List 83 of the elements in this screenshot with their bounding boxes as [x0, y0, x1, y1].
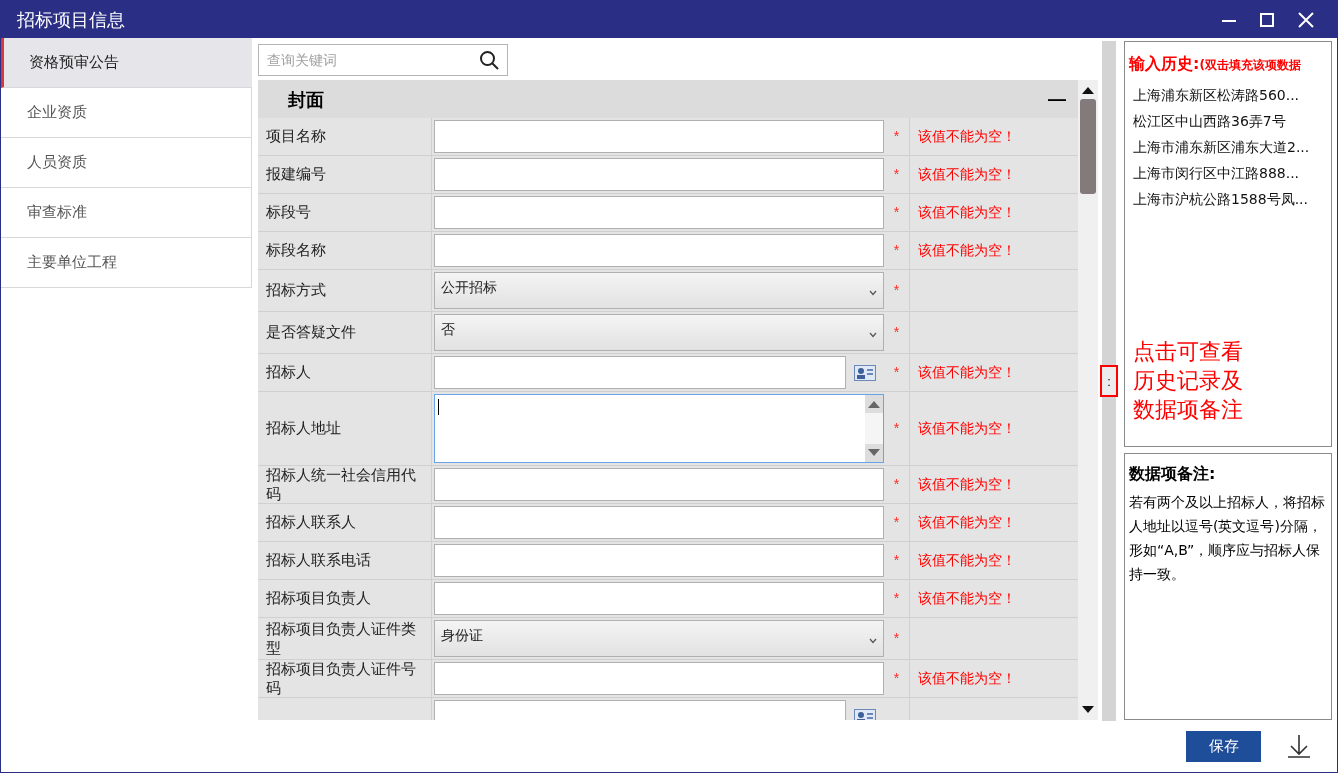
input-field[interactable] — [434, 356, 846, 389]
select-field[interactable]: 否 — [434, 314, 884, 351]
field-label: 标段名称 — [266, 241, 326, 260]
error-message: 该值不能为空！ — [918, 363, 1016, 382]
input-field[interactable] — [434, 582, 884, 615]
input-field[interactable] — [434, 196, 884, 229]
splitter-handle[interactable]: : — [1100, 365, 1118, 397]
history-entry[interactable]: 上海市闵行区中江路888... — [1133, 160, 1327, 186]
history-entry[interactable]: 上海浦东新区松涛路560... — [1133, 82, 1327, 108]
history-entry[interactable]: 上海市沪杭公路1588号凤... — [1133, 186, 1327, 212]
required-mark: * — [893, 513, 900, 532]
chevron-down-icon — [869, 289, 877, 296]
error-message: 该值不能为空！ — [918, 127, 1016, 146]
required-mark: * — [893, 419, 900, 438]
callout-note: 点击可查看历史记录及数据项备注 — [1133, 338, 1244, 424]
sidebar-item[interactable]: 主要单位工程 — [1, 238, 252, 288]
section-title: 封面 — [288, 87, 325, 112]
chevron-down-icon — [869, 637, 877, 644]
input-field[interactable] — [434, 158, 884, 191]
contact-card-icon[interactable] — [854, 364, 876, 381]
required-mark: * — [893, 323, 900, 342]
input-field[interactable] — [434, 662, 884, 695]
sidebar-item[interactable]: 人员资质 — [1, 138, 252, 188]
error-message: 该值不能为空！ — [918, 669, 1016, 688]
select-field[interactable]: 公开招标 — [434, 272, 884, 309]
required-mark: * — [893, 551, 900, 570]
field-label: 招标项目负责人证件号码 — [266, 659, 417, 698]
required-mark: * — [893, 669, 900, 688]
error-message: 该值不能为空！ — [918, 419, 1016, 438]
error-message: 该值不能为空！ — [918, 165, 1016, 184]
field-label: 招标方式 — [266, 281, 326, 300]
download-icon[interactable] — [1287, 734, 1311, 758]
input-field[interactable] — [434, 234, 884, 267]
history-hint: (双击填充该项数据 — [1199, 57, 1301, 74]
select-field[interactable]: 身份证 — [434, 620, 884, 657]
history-entry[interactable]: 松江区中山西路36弄7号 — [1133, 108, 1327, 134]
contact-card-icon[interactable] — [854, 708, 876, 720]
field-label: 招标人地址 — [266, 419, 341, 438]
field-label: 是否答疑文件 — [266, 323, 356, 342]
field-label: 招标项目负责人 — [266, 589, 371, 608]
input-field[interactable] — [434, 468, 884, 501]
sidebar-item[interactable]: 审查标准 — [1, 188, 252, 238]
error-message: 该值不能为空！ — [918, 551, 1016, 570]
scroll-thumb[interactable] — [1080, 99, 1096, 194]
sidebar-item[interactable]: 企业资质 — [1, 88, 252, 138]
notes-text: 若有两个及以上招标人，将招标人地址以逗号(英文逗号)分隔，形如“A,B”，顺序应与招标人保持一致。 — [1129, 493, 1326, 584]
error-message: 该值不能为空！ — [918, 475, 1016, 494]
required-mark: * — [893, 165, 900, 184]
save-button[interactable]: 保存 — [1186, 730, 1261, 762]
required-mark: * — [893, 241, 900, 260]
field-label: 报建编号 — [266, 165, 326, 184]
field-label: 招标人联系人 — [266, 513, 356, 532]
input-field[interactable] — [434, 544, 884, 577]
close-icon[interactable] — [1297, 10, 1315, 29]
field-label: 招标项目负责人证件类型 — [266, 619, 417, 658]
error-message: 该值不能为空！ — [918, 241, 1016, 260]
window-title: 招标项目信息 — [17, 8, 126, 32]
required-mark: * — [893, 589, 900, 608]
input-field[interactable] — [434, 120, 884, 153]
notes-title: 数据项备注: — [1129, 463, 1217, 485]
required-mark: * — [893, 475, 900, 494]
sidebar-item[interactable]: 资格预审公告 — [1, 38, 252, 88]
required-mark: * — [893, 281, 900, 300]
required-mark: * — [893, 127, 900, 146]
history-entry[interactable]: 上海市浦东新区浦东大道2... — [1133, 134, 1327, 160]
chevron-down-icon — [869, 331, 877, 338]
maximize-icon[interactable] — [1259, 11, 1275, 28]
field-label: 项目名称 — [266, 127, 326, 146]
required-mark: * — [893, 629, 900, 648]
field-label: 招标人联系电话 — [266, 551, 371, 570]
field-label: 标段号 — [266, 203, 311, 222]
search-icon[interactable] — [479, 50, 499, 70]
required-mark: * — [893, 203, 900, 222]
error-message: 该值不能为空！ — [918, 513, 1016, 532]
history-title: 输入历史: — [1129, 53, 1200, 75]
required-mark: * — [893, 363, 900, 382]
collapse-button[interactable]: — — [1044, 90, 1070, 108]
field-label: 招标人统一社会信用代码 — [266, 465, 417, 504]
field-label: 招标人 — [266, 363, 311, 382]
error-message: 该值不能为空！ — [918, 589, 1016, 608]
error-message: 该值不能为空！ — [918, 203, 1016, 222]
scrollbar[interactable] — [1078, 80, 1098, 720]
input-field[interactable] — [434, 506, 884, 539]
